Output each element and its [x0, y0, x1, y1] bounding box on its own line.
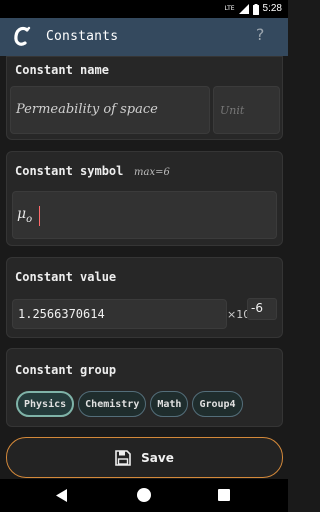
constant-value-input[interactable]: 1.2566370614 [12, 299, 227, 329]
save-button[interactable]: Save [6, 437, 283, 478]
save-label: Save [141, 450, 174, 465]
constant-value-text: 1.2566370614 [18, 307, 105, 321]
constant-name-input[interactable]: Permeability of space [10, 86, 210, 134]
constant-name-value: Permeability of space [16, 102, 158, 117]
group-chips: Physics Chemistry Math Group4 [16, 391, 243, 417]
text-caret [39, 206, 40, 226]
constant-value-card: Constant value 1.2566370614 ×10 -6 [6, 257, 283, 338]
calculator-c-logo-icon [14, 26, 31, 46]
app-bar: Constants ? [0, 18, 288, 56]
nav-home-icon[interactable] [137, 488, 151, 502]
exponent-input[interactable]: -6 [247, 298, 277, 320]
navigation-bar [0, 479, 288, 512]
symbol-max-hint: max=6 [134, 167, 170, 178]
constant-value-label: Constant value [15, 270, 117, 284]
unit-input[interactable]: Unit [213, 86, 280, 134]
constant-group-card: Constant group Physics Chemistry Math Gr… [6, 348, 283, 427]
status-bar: LTE 5:28 [0, 0, 288, 18]
chip-chemistry[interactable]: Chemistry [78, 391, 147, 417]
constant-symbol-card: Constant symbol max=6 μo [6, 151, 283, 246]
status-icons: LTE 5:28 [225, 3, 282, 15]
chip-group4[interactable]: Group4 [192, 391, 243, 417]
network-type: LTE [224, 5, 235, 12]
constant-symbol-value: μo [17, 206, 32, 225]
exponent-value: -6 [251, 301, 263, 315]
clock: 5:28 [262, 3, 282, 14]
unit-placeholder: Unit [220, 104, 245, 117]
constant-name-label: Constant name [15, 63, 109, 77]
nav-back-icon[interactable] [56, 489, 68, 502]
help-button[interactable]: ? [252, 25, 268, 44]
nav-recent-icon[interactable] [218, 489, 230, 501]
floppy-save-icon [115, 449, 131, 466]
chip-math[interactable]: Math [150, 391, 189, 417]
symbol-subscript: o [26, 213, 33, 225]
battery-icon [252, 3, 259, 15]
chip-physics[interactable]: Physics [16, 391, 75, 417]
constant-symbol-label: Constant symbol [15, 164, 124, 178]
constant-group-label: Constant group [15, 363, 117, 377]
constant-name-card: Constant name Permeability of space Unit [6, 56, 283, 140]
page-title: Constants [46, 29, 119, 44]
symbol-main: μ [17, 206, 27, 222]
constant-symbol-input[interactable]: μo [12, 191, 277, 239]
signal-icon [238, 4, 249, 14]
